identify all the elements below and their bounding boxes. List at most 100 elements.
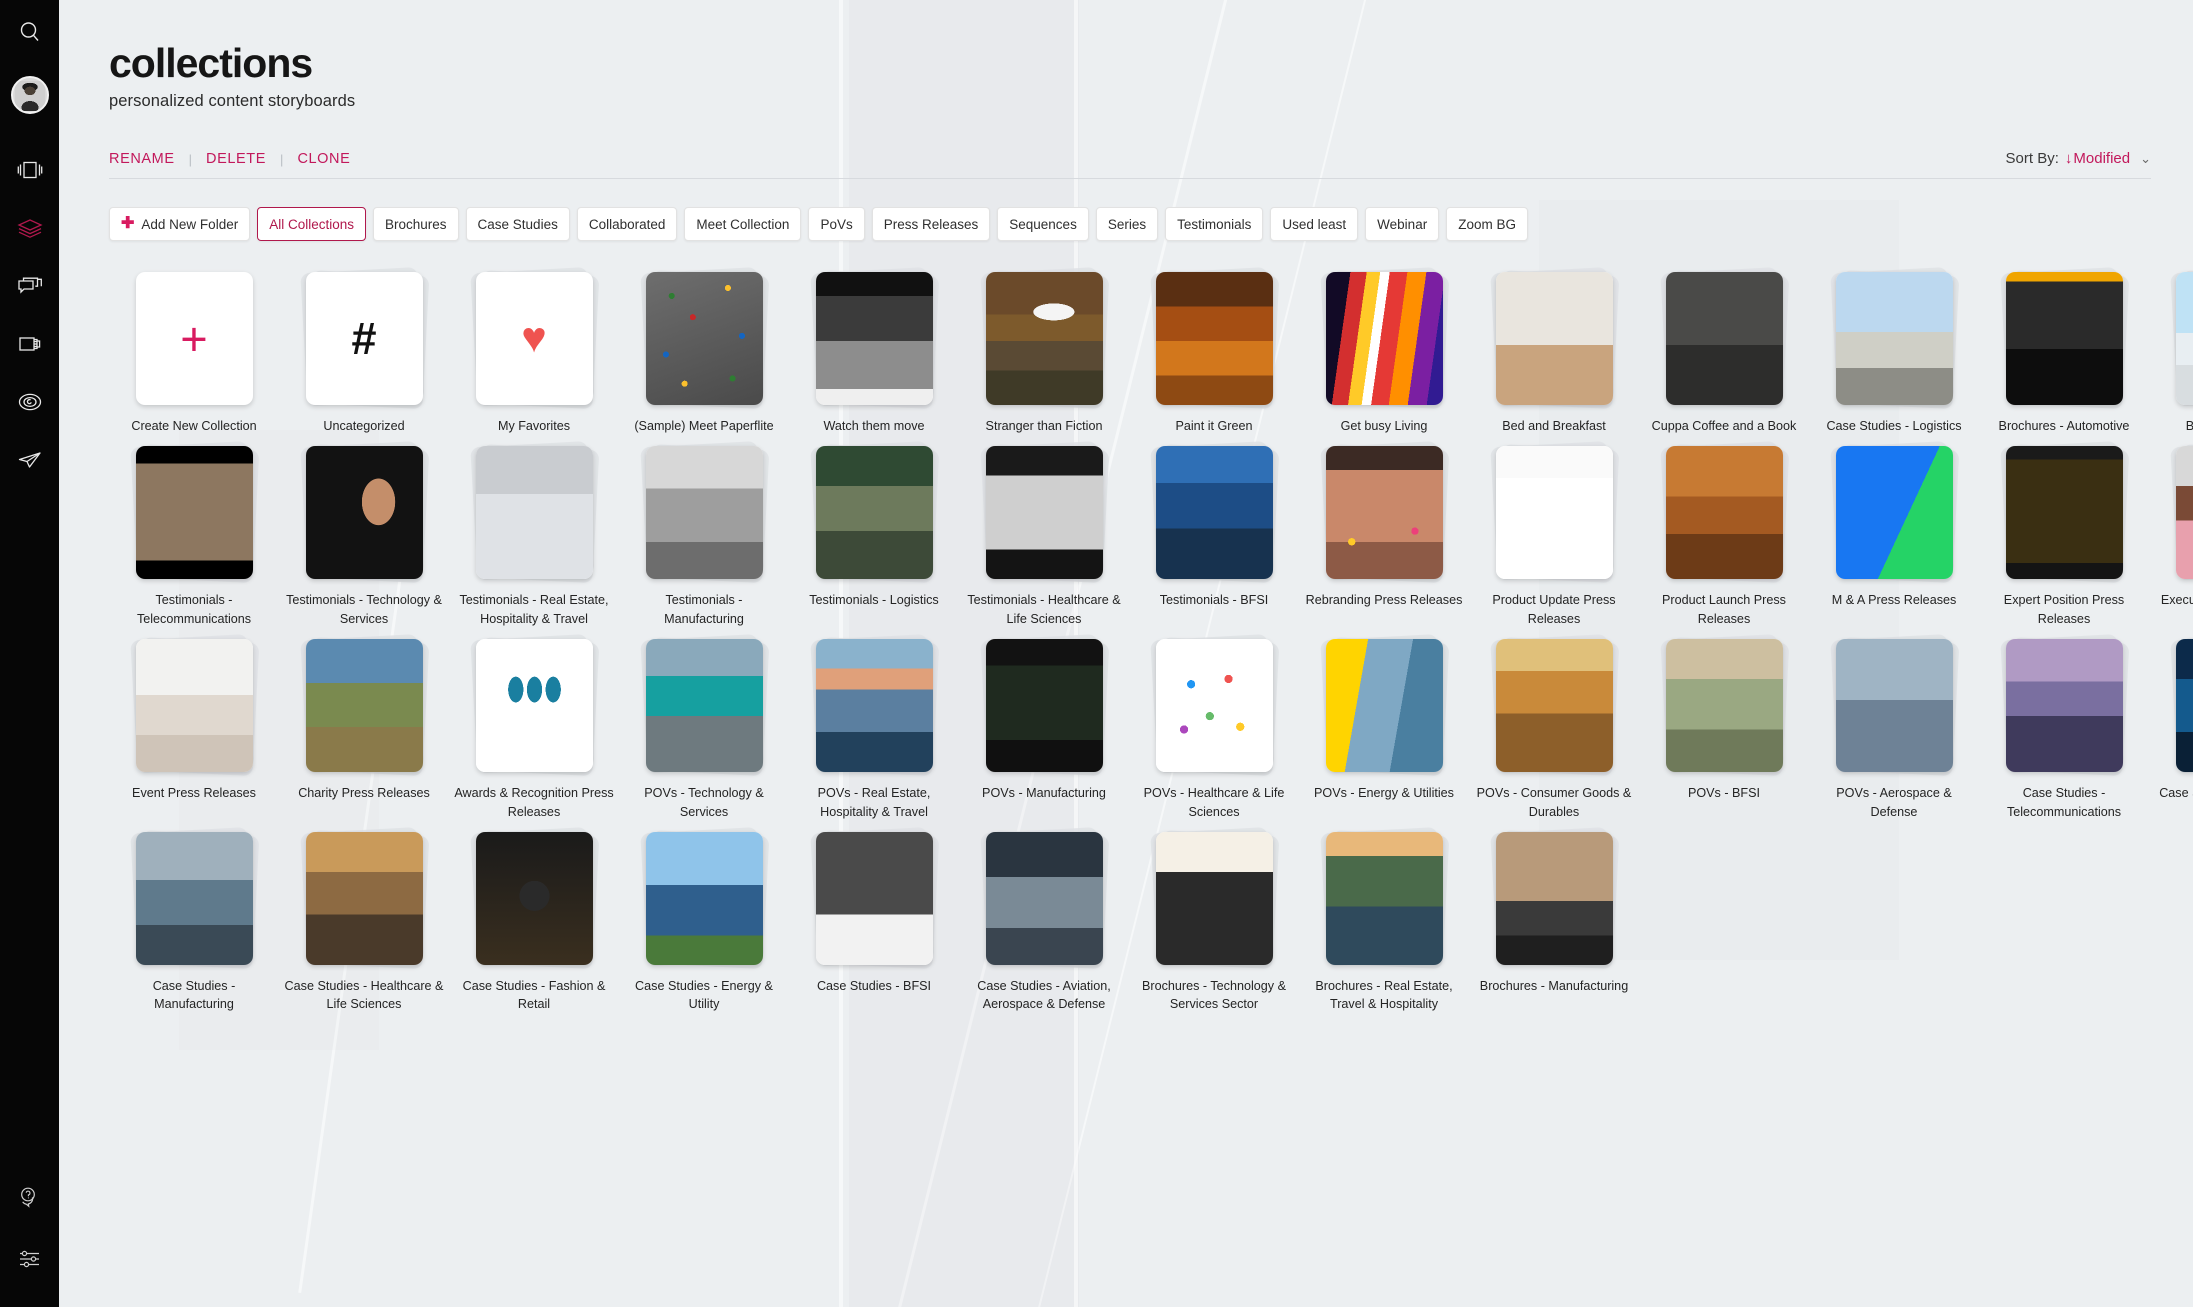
collection-card[interactable]: Case Studies - Technology & Services: [2149, 633, 2193, 822]
collection-thumbnail[interactable]: [1319, 826, 1449, 969]
collection-thumbnail[interactable]: [1659, 266, 1789, 410]
collection-card[interactable]: Stranger than Fiction: [959, 266, 1129, 436]
collection-card[interactable]: Testimonials - Telecommunications: [109, 440, 279, 629]
collection-card[interactable]: (Sample) Meet Paperflite: [619, 266, 789, 436]
collection-thumbnail[interactable]: [1999, 633, 2129, 776]
filter-chip-case-studies[interactable]: Case Studies: [465, 207, 570, 242]
chat-icon[interactable]: [8, 264, 52, 308]
collection-card[interactable]: Brochures - BFSI: [2149, 266, 2193, 436]
collection-card[interactable]: POVs - BFSI: [1639, 633, 1809, 822]
collection-thumbnail[interactable]: [809, 633, 939, 776]
filter-chip-used-least[interactable]: Used least: [1270, 207, 1359, 242]
collection-thumbnail[interactable]: [469, 826, 599, 969]
sort-by-control[interactable]: Sort By: ↓ Modified ⌄: [2006, 150, 2151, 167]
collection-card[interactable]: Testimonials - Manufacturing: [619, 440, 789, 629]
help-icon[interactable]: [8, 1175, 52, 1219]
collection-thumbnail[interactable]: [469, 633, 599, 776]
collection-thumbnail[interactable]: [979, 440, 1109, 584]
target-icon[interactable]: [8, 380, 52, 424]
collection-thumbnail[interactable]: [1829, 440, 1959, 584]
add-new-folder-button[interactable]: ✚ Add New Folder: [109, 207, 251, 242]
filter-chip-press-releases[interactable]: Press Releases: [871, 207, 991, 242]
delete-button[interactable]: DELETE: [206, 151, 266, 167]
collection-thumbnail[interactable]: [979, 826, 1109, 969]
collection-thumbnail[interactable]: [639, 826, 769, 969]
collection-thumbnail[interactable]: [1149, 440, 1279, 584]
collection-card[interactable]: Case Studies - Logistics: [1809, 266, 1979, 436]
collection-card[interactable]: Brochures - Manufacturing: [1469, 826, 1639, 1015]
collection-card[interactable]: Case Studies - Manufacturing: [109, 826, 279, 1015]
collection-card[interactable]: Awards & Recognition Press Releases: [449, 633, 619, 822]
collection-card[interactable]: Paint it Green: [1129, 266, 1299, 436]
collection-card[interactable]: Testimonials - BFSI: [1129, 440, 1299, 629]
sort-by-value[interactable]: ↓ Modified: [2065, 150, 2130, 167]
collection-card[interactable]: POVs - Consumer Goods & Durables: [1469, 633, 1639, 822]
collection-card[interactable]: Case Studies - BFSI: [789, 826, 959, 1015]
collection-card[interactable]: POVs - Healthcare & Life Sciences: [1129, 633, 1299, 822]
collection-card[interactable]: M & A Press Releases: [1809, 440, 1979, 629]
paper-plane-icon[interactable]: [8, 438, 52, 482]
collection-thumbnail[interactable]: [639, 440, 769, 584]
collection-card[interactable]: Brochures - Automotive: [1979, 266, 2149, 436]
filter-chip-series[interactable]: Series: [1095, 207, 1159, 242]
collection-thumbnail[interactable]: [979, 633, 1109, 776]
collection-card[interactable]: Bed and Breakfast: [1469, 266, 1639, 436]
collection-thumbnail[interactable]: [1319, 266, 1449, 410]
collection-thumbnail[interactable]: [1659, 633, 1789, 776]
collection-card[interactable]: POVs - Aerospace & Defense: [1809, 633, 1979, 822]
collection-card[interactable]: + Create New Collection: [109, 272, 279, 436]
collection-thumbnail[interactable]: [1489, 826, 1619, 969]
collection-thumbnail[interactable]: [1489, 440, 1619, 584]
collection-thumbnail[interactable]: [1829, 266, 1959, 410]
collection-thumbnail[interactable]: ♥: [469, 266, 599, 410]
filter-chip-meet-collection[interactable]: Meet Collection: [684, 207, 802, 242]
collection-card[interactable]: POVs - Technology & Services: [619, 633, 789, 822]
collection-card[interactable]: Case Studies - Healthcare & Life Science…: [279, 826, 449, 1015]
collection-card[interactable]: Watch them move: [789, 266, 959, 436]
layers-icon[interactable]: [8, 206, 52, 250]
collection-thumbnail[interactable]: [809, 440, 939, 584]
collection-thumbnail[interactable]: [639, 266, 769, 410]
collection-card[interactable]: POVs - Real Estate, Hospitality & Travel: [789, 633, 959, 822]
collection-card[interactable]: Brochures - Real Estate, Travel & Hospit…: [1299, 826, 1469, 1015]
collection-card[interactable]: Rebranding Press Releases: [1299, 440, 1469, 629]
search-icon[interactable]: [8, 10, 52, 54]
collection-thumbnail[interactable]: [129, 440, 259, 584]
avatar[interactable]: [10, 76, 49, 114]
collection-thumbnail[interactable]: [809, 826, 939, 969]
collection-thumbnail[interactable]: [1149, 633, 1279, 776]
collection-thumbnail[interactable]: [469, 440, 599, 584]
filter-chip-zoom-bg[interactable]: Zoom BG: [1446, 207, 1528, 242]
collection-card[interactable]: Testimonials - Technology & Services: [279, 440, 449, 629]
collection-thumbnail[interactable]: [639, 633, 769, 776]
collection-card[interactable]: Testimonials - Real Estate, Hospitality …: [449, 440, 619, 629]
collection-thumbnail[interactable]: [129, 633, 259, 776]
clone-button[interactable]: CLONE: [297, 151, 350, 167]
collection-card[interactable]: Cuppa Coffee and a Book: [1639, 266, 1809, 436]
collection-thumbnail[interactable]: [1829, 633, 1959, 776]
collection-card[interactable]: Product Update Press Releases: [1469, 440, 1639, 629]
collection-card[interactable]: Charity Press Releases: [279, 633, 449, 822]
collection-thumbnail[interactable]: [2169, 633, 2193, 776]
rename-button[interactable]: RENAME: [109, 151, 175, 167]
collection-thumbnail[interactable]: [1489, 633, 1619, 776]
collection-thumbnail[interactable]: [1999, 266, 2129, 410]
collection-thumbnail[interactable]: [1319, 633, 1449, 776]
collection-thumbnail[interactable]: [2169, 266, 2193, 410]
collection-thumbnail[interactable]: [809, 266, 939, 410]
collection-card[interactable]: Case Studies - Aviation, Aerospace & Def…: [959, 826, 1129, 1015]
collection-thumbnail[interactable]: [2169, 440, 2193, 584]
collection-card[interactable]: Product Launch Press Releases: [1639, 440, 1809, 629]
collection-card[interactable]: POVs - Manufacturing: [959, 633, 1129, 822]
collection-card[interactable]: Expert Position Press Releases: [1979, 440, 2149, 629]
collection-card[interactable]: # Uncategorized: [279, 266, 449, 436]
collection-thumbnail[interactable]: +: [135, 272, 253, 406]
collection-thumbnail[interactable]: [1149, 826, 1279, 969]
collection-card[interactable]: ♥ My Favorites: [449, 266, 619, 436]
filter-chip-collaborated[interactable]: Collaborated: [576, 207, 678, 242]
settings-sliders-icon[interactable]: [8, 1237, 52, 1281]
filter-chip-webinar[interactable]: Webinar: [1365, 207, 1440, 242]
collection-card[interactable]: Executive Press Releases: [2149, 440, 2193, 629]
collection-thumbnail[interactable]: #: [299, 266, 429, 410]
filter-chip-testimonials[interactable]: Testimonials: [1165, 207, 1264, 242]
